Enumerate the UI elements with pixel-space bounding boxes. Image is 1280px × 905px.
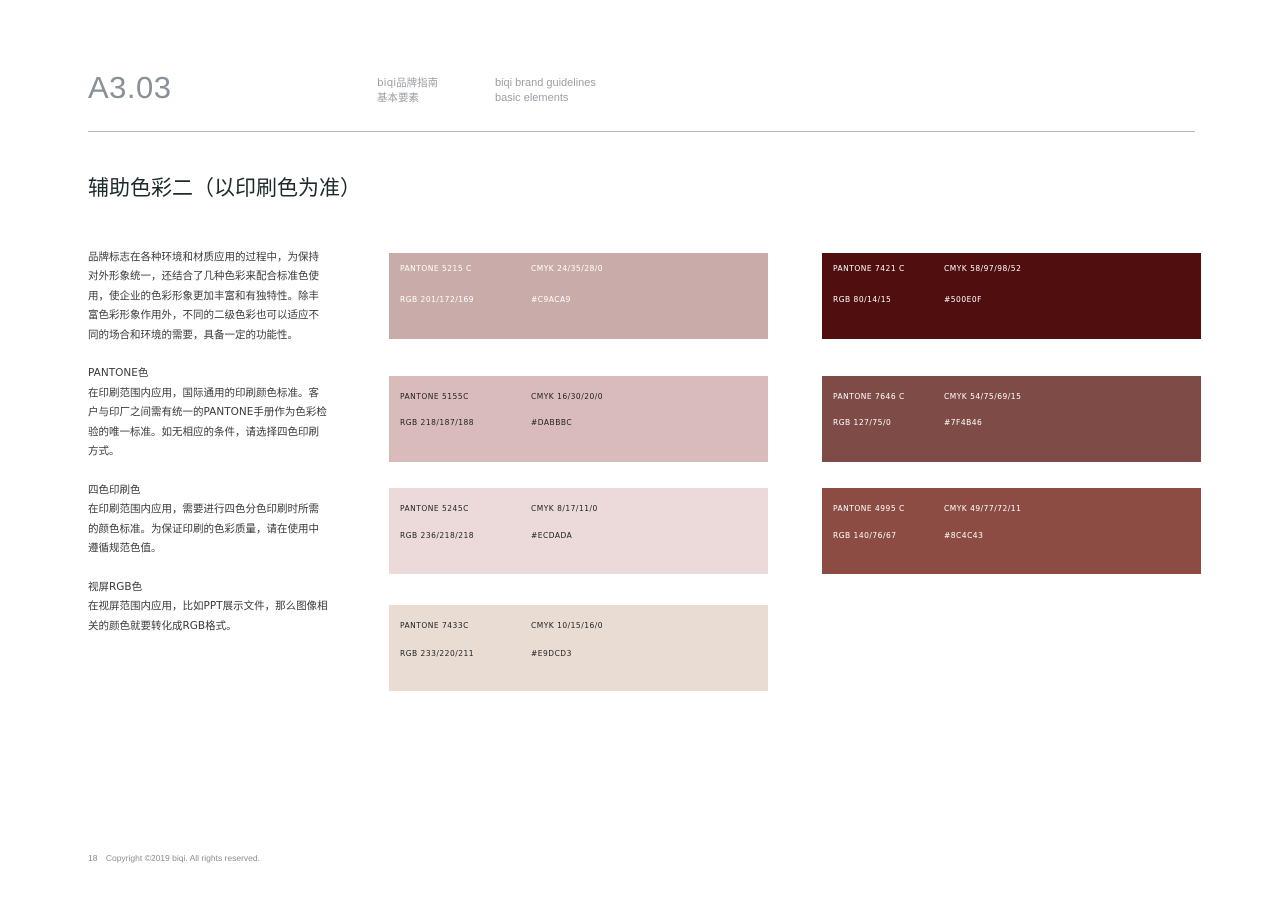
intro-text-block: 品牌标志在各种环境和材质应用的过程中，为保持对外形象统一，还结合了几种色彩来配合… <box>88 248 328 655</box>
swatch-rgb: RGB 127/75/0 <box>833 418 892 427</box>
swatch-pantone: PANTONE 7646 C <box>833 392 905 401</box>
footer: 18 Copyright ©2019 biqi. All rights rese… <box>88 853 260 863</box>
color-swatch-pantone-7646c: PANTONE 7646 C CMYK 54/75/69/15 RGB 127/… <box>822 376 1201 462</box>
cmyk-section: 四色印刷色 在印刷范围内应用，需要进行四色分色印刷时所需的颜色标准。为保证印刷的… <box>88 481 328 559</box>
swatch-cmyk: CMYK 8/17/11/0 <box>531 504 598 513</box>
pantone-label: PANTONE色 <box>88 367 149 380</box>
copyright-notice: Copyright ©2019 biqi. All rights reserve… <box>105 853 260 863</box>
swatch-pantone: PANTONE 5215 C <box>400 264 472 273</box>
color-swatch-pantone-5245c: PANTONE 5245C CMYK 8/17/11/0 RGB 236/218… <box>389 488 768 574</box>
swatch-cmyk: CMYK 10/15/16/0 <box>531 621 604 630</box>
color-swatch-pantone-5155c: PANTONE 5155C CMYK 16/30/20/0 RGB 218/18… <box>389 376 768 462</box>
swatch-hex: #ECDADA <box>531 531 573 540</box>
swatch-rgb: RGB 201/172/169 <box>400 295 475 304</box>
swatch-pantone: PANTONE 7421 C <box>833 264 905 273</box>
rgb-label: 视屏RGB色 <box>88 580 143 593</box>
swatch-cmyk: CMYK 58/97/98/52 <box>944 264 1022 273</box>
cmyk-label: 四色印刷色 <box>88 483 141 496</box>
cmyk-description: 在印刷范围内应用，需要进行四色分色印刷时所需的颜色标准。为保证印刷的色彩质量，请… <box>88 503 319 555</box>
header-divider <box>88 131 1195 132</box>
swatch-pantone: PANTONE 5245C <box>400 504 469 513</box>
page-title: 辅助色彩二（以印刷色为准） <box>88 176 361 200</box>
rgb-description: 在视屏范围内应用，比如PPT展示文件，那么图像相关的颜色就要转化成RGB格式。 <box>88 600 328 632</box>
swatch-hex: #8C4C43 <box>944 531 984 540</box>
intro-paragraph: 品牌标志在各种环境和材质应用的过程中，为保持对外形象统一，还结合了几种色彩来配合… <box>88 251 319 341</box>
swatch-hex: #DABBBC <box>531 418 573 427</box>
swatch-hex: #C9ACA9 <box>531 295 571 304</box>
color-swatch-pantone-5215c: PANTONE 5215 C CMYK 24/35/28/0 RGB 201/1… <box>389 253 768 339</box>
header-cn-section: 基本要素 <box>377 92 419 104</box>
swatch-hex: #500E0F <box>944 295 982 304</box>
swatch-rgb: RGB 218/187/188 <box>400 418 475 427</box>
rgb-section: 视屏RGB色 在视屏范围内应用，比如PPT展示文件，那么图像相关的颜色就要转化成… <box>88 578 328 636</box>
header-en-guide-title: biqi brand guidelines <box>495 77 596 89</box>
page-number: 18 <box>88 853 98 863</box>
pantone-section: PANTONE色 在印刷范围内应用，国际通用的印刷颜色标准。客户与印厂之间需有统… <box>88 364 328 461</box>
swatch-pantone: PANTONE 7433C <box>400 621 469 630</box>
swatch-cmyk: CMYK 24/35/28/0 <box>531 264 604 273</box>
swatch-hex: #7F4B46 <box>944 418 983 427</box>
swatch-rgb: RGB 140/76/67 <box>833 531 897 540</box>
swatch-pantone: PANTONE 5155C <box>400 392 469 401</box>
color-swatch-pantone-4995c: PANTONE 4995 C CMYK 49/77/72/11 RGB 140/… <box>822 488 1201 574</box>
header-cn-guide-title: biqi品牌指南 <box>377 77 439 89</box>
swatch-rgb: RGB 236/218/218 <box>400 531 475 540</box>
swatch-hex: #E9DCD3 <box>531 649 572 658</box>
pantone-description: 在印刷范围内应用，国际通用的印刷颜色标准。客户与印厂之间需有统一的PANTONE… <box>88 386 327 458</box>
section-code: A3.03 <box>88 70 172 105</box>
swatch-rgb: RGB 80/14/15 <box>833 295 892 304</box>
color-swatch-pantone-7433c: PANTONE 7433C CMYK 10/15/16/0 RGB 233/22… <box>389 605 768 691</box>
swatch-rgb: RGB 233/220/211 <box>400 649 475 658</box>
color-swatch-pantone-7421c: PANTONE 7421 C CMYK 58/97/98/52 RGB 80/1… <box>822 253 1201 339</box>
swatch-cmyk: CMYK 16/30/20/0 <box>531 392 604 401</box>
swatch-pantone: PANTONE 4995 C <box>833 504 905 513</box>
header-en-section: basic elements <box>495 92 569 104</box>
swatch-cmyk: CMYK 54/75/69/15 <box>944 392 1022 401</box>
header-cn-column: biqi品牌指南 基本要素 <box>377 76 438 106</box>
swatch-cmyk: CMYK 49/77/72/11 <box>944 504 1022 513</box>
header-en-column: biqi brand guidelines basic elements <box>495 76 596 106</box>
